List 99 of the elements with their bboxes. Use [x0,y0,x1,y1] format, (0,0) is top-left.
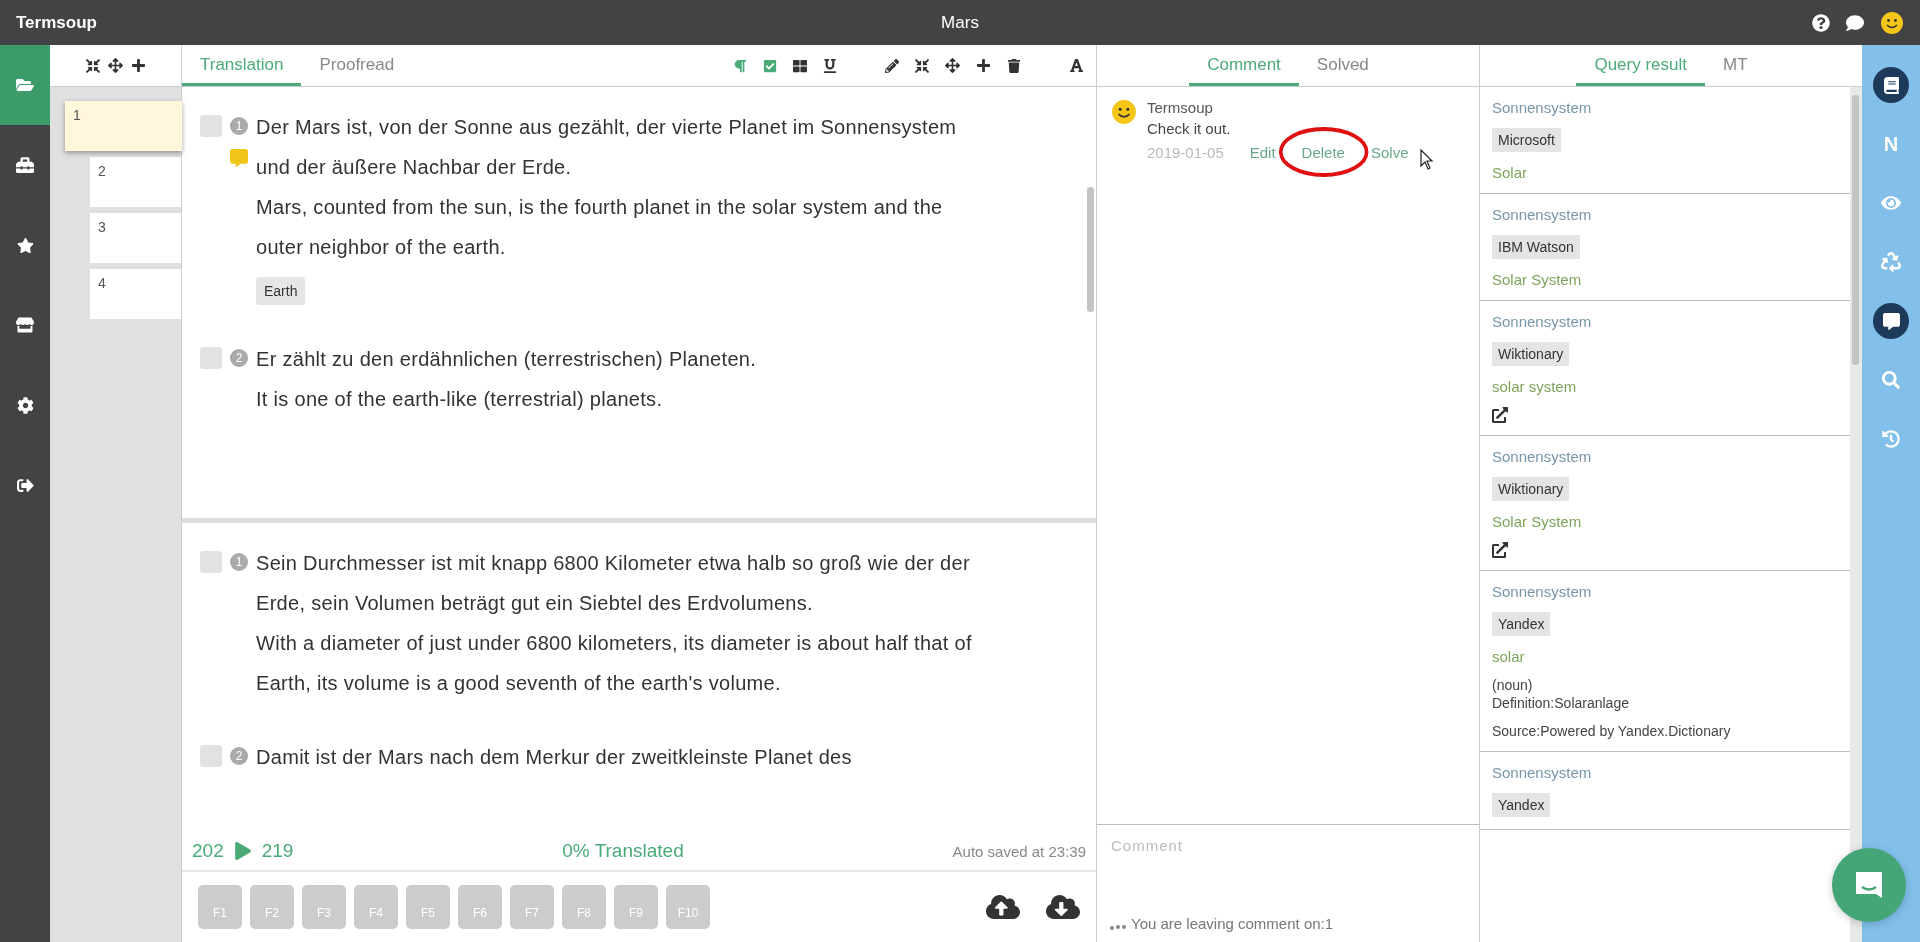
target-text[interactable]: With a diameter of just under 6800 kilometers, its diameter is about half that of Earth, its volume is a good seventh of the earth's volume. [256,623,976,703]
source-tag: Yandex [1492,612,1551,636]
query-term: Sonnensystem [1492,313,1592,330]
help-icon[interactable] [1812,13,1830,32]
external-link-icon[interactable] [1492,542,1508,558]
pencil-icon[interactable] [885,58,899,73]
query-term: Sonnensystem [1492,448,1592,465]
sign-out-icon [16,476,34,494]
query-tab[interactable]: Query result [1576,55,1705,86]
definition-text: Definition:Solaranlage [1492,695,1629,711]
segment-to: 219 [261,840,294,862]
source-text: Damit ist der Mars nach dem Merkur der zweitkleinste Planet des [256,745,853,770]
scrollbar[interactable] [1850,87,1862,942]
translation-text[interactable]: Solar System [1492,271,1582,288]
collapse-icon[interactable] [915,58,929,73]
move-icon[interactable] [945,58,960,73]
source-tag: IBM Watson [1492,235,1580,259]
sidebar-tool-button[interactable] [1873,67,1909,103]
definition-text: (noun) [1492,677,1534,693]
segment-checkbox[interactable] [200,551,222,573]
checkbox-icon[interactable] [763,58,777,73]
external-link-icon[interactable] [1492,407,1508,423]
source-note: Source:Powered by Yandex.Dictionary [1492,723,1731,739]
chat-icon[interactable] [1846,13,1864,32]
trash-icon[interactable] [1007,58,1021,73]
comment-tab[interactable]: Comment [1189,55,1299,86]
source-text: Der Mars ist, von der Sonne aus gezählt, der vierte Planet im Sonnensystem und der äußere Nachbar der Erde. [256,115,958,180]
source-tag: Wiktionary [1492,342,1570,366]
segment-checkbox[interactable] [200,745,222,767]
recycle-icon [1881,252,1901,272]
source-tag: Wiktionary [1492,477,1570,501]
segment-card[interactable]: 3 [90,213,181,263]
autosave-text: Auto saved at 23:39 [952,842,1086,860]
comment-action-link[interactable]: Delete [1301,143,1345,161]
collapse-icon[interactable] [85,58,100,73]
move-icon[interactable] [107,58,123,73]
book-icon [1882,76,1900,94]
star-icon [16,236,34,254]
source-text: Er zählt zu den erdähnlichen (terrestrischen) Planeten. [256,347,758,372]
query-tab[interactable]: MT [1705,55,1766,86]
mouse-cursor-icon [1420,149,1435,171]
scrollbar[interactable] [1087,187,1094,312]
segment-number: 2 [230,747,248,765]
editor-tab[interactable]: Translation [182,55,302,86]
comment-action-link[interactable]: Solve [1370,143,1409,161]
translation-text[interactable]: solar [1492,648,1525,665]
query-term: Sonnensystem [1492,99,1592,116]
comment-action-link[interactable]: Edit [1249,143,1276,161]
segment-card[interactable]: 2 [90,157,181,207]
source-text: Sein Durchmesser ist mit knapp 6800 Kilometer etwa halb so groß wie der der Erde, sein Volumen beträgt gut ein Siebtel des Erdvolumens. [256,551,971,616]
term-tag[interactable]: Earth [256,277,306,305]
underline-icon[interactable] [823,58,837,73]
progress-text: 0% Translated [562,840,684,862]
segment-number: 1 [230,117,248,135]
segment-number: 2 [230,349,248,367]
translation-text[interactable]: solar system [1492,378,1577,395]
comment-author: Termsoup [1147,99,1214,116]
history-icon [1882,430,1900,448]
comment-text: Check it out. [1147,120,1232,137]
comment-target-note: You are leaving comment on:1 [1131,915,1334,932]
document-title: Mars [941,12,979,33]
smiley-avatar-icon [1880,10,1904,35]
chat-launcher-button[interactable] [1832,848,1906,922]
query-term: Sonnensystem [1492,764,1592,781]
translation-text[interactable]: Solar [1492,164,1528,181]
folder-icon [16,76,34,94]
eye-icon [1881,193,1901,213]
plus-icon[interactable] [976,58,991,73]
segment-from: 202 [192,840,224,862]
translation-text[interactable]: Solar System [1492,513,1582,530]
comment-date: 2019-01-05 [1147,143,1224,161]
segment-card[interactable]: 4 [90,269,181,319]
target-text[interactable]: It is one of the earth-like (terrestrial) planets. [256,379,976,419]
segment-checkbox[interactable] [200,347,222,369]
letter-button[interactable]: N [1873,126,1909,162]
play-icon [233,842,252,860]
query-term: Sonnensystem [1492,583,1592,600]
font-icon[interactable] [1069,58,1084,73]
query-term: Sonnensystem [1492,206,1592,223]
store-icon [16,316,34,334]
chat-icon [1882,312,1900,330]
segment-card[interactable]: 1 [65,101,182,151]
plus-icon[interactable] [130,58,146,73]
dots-icon [1109,924,1127,932]
editor-tab[interactable]: Proofread [301,55,413,86]
settings-icon [16,396,34,414]
comment-tab[interactable]: Solved [1298,55,1387,86]
segment-number: 1 [230,553,248,571]
grid-icon[interactable] [793,58,807,73]
source-tag: Microsoft [1492,128,1561,152]
sidebar-tool-button[interactable] [1873,303,1909,339]
search-icon [1882,371,1900,389]
app-name: Termsoup [16,12,97,33]
source-tag: Yandex [1492,793,1551,817]
smiley-avatar-icon [1111,99,1137,125]
segment-checkbox[interactable] [200,115,222,137]
paragraph-icon[interactable] [733,58,747,73]
target-text[interactable]: Mars, counted from the sun, is the fourth planet in the solar system and the outer neighbor of the earth. [256,187,976,267]
toolbox-icon [16,156,34,174]
